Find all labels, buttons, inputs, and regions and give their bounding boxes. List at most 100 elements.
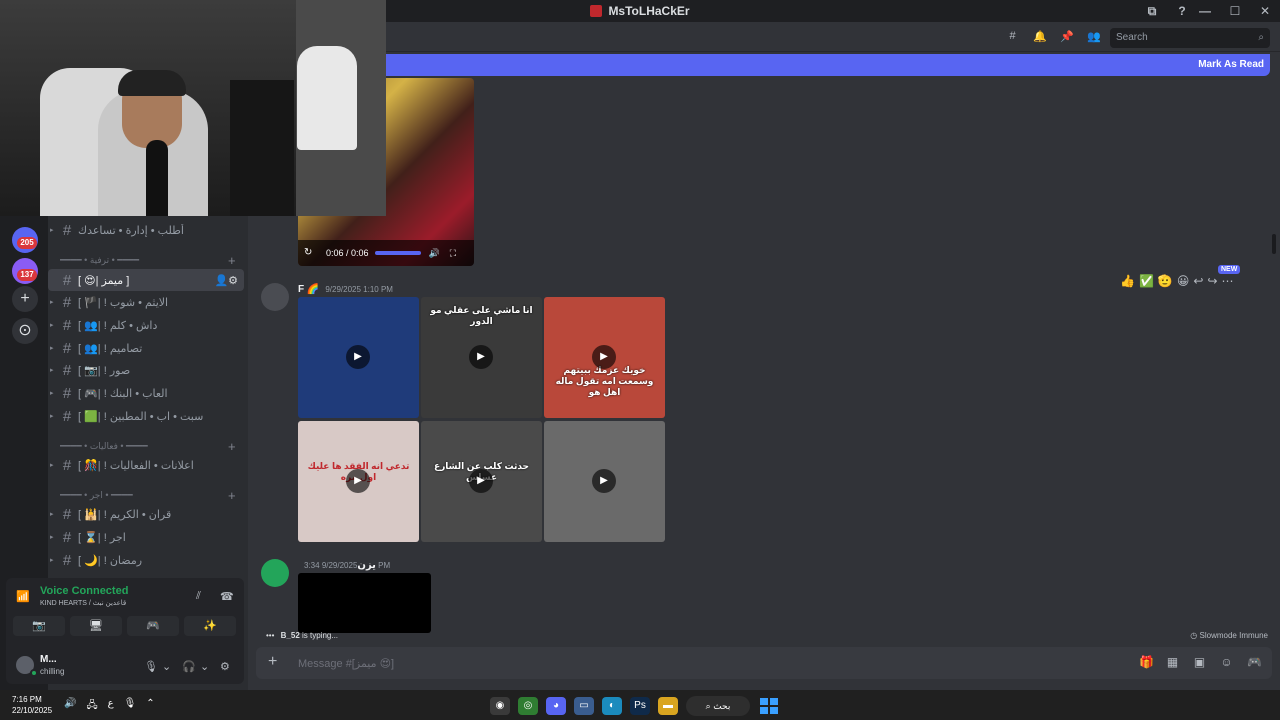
attach-button[interactable]: + [268,653,277,671]
taskbar-search[interactable]: ⌕ بحث [686,696,750,716]
windows-start-icon[interactable] [758,697,778,715]
soundboard-button[interactable]: ✨ [184,616,236,636]
pin-icon[interactable]: 📌 [1060,30,1074,43]
play-icon[interactable]: ▶ [592,469,616,493]
avatar[interactable] [261,559,289,587]
add-channel-icon[interactable]: + [228,253,244,268]
chrome-icon[interactable]: ◎ [518,697,538,715]
channel-item[interactable]: ▸ # [ 🕌| ! قران • الكريم [48,503,244,525]
noise-suppression-icon[interactable]: ⫽ [196,590,201,603]
members-icon[interactable]: 👥 [1087,30,1101,43]
clock[interactable]: 7:16 PM 22/10/2025 [12,694,52,716]
screen-share-button[interactable]: 🖥 [70,616,122,636]
channel-item[interactable]: # [ 😍| ميمز ] 👤⚙ [48,269,244,291]
bell-icon[interactable]: 🔔 [1033,30,1047,43]
close-button[interactable]: ✕ [1250,4,1280,18]
file-explorer-icon[interactable]: ▬ [658,697,678,715]
mark-as-read-button[interactable]: Mark As Read [1198,59,1264,70]
channel-item[interactable]: ▸ # [ 📷| ! صور [48,359,244,381]
salute-reaction-icon[interactable]: 🫡 [1158,274,1173,288]
category-header[interactable]: ━━━━ • ترفية • ━━━━ + [48,252,244,268]
play-icon[interactable]: ▶ [469,469,493,493]
camera-button[interactable]: 📷 [13,616,65,636]
gift-icon[interactable]: 🎁 [1139,655,1154,669]
fullscreen-icon[interactable]: ⛶ [450,248,456,259]
sticker-icon[interactable]: ▣ [1193,655,1206,669]
message-author[interactable]: F 🌈 9/29/2025 1:10 PM [298,284,393,295]
category-header[interactable]: ━━━━ • فعاليات • ━━━━ + [48,438,244,454]
avatar[interactable] [261,283,289,311]
network-icon[interactable]: 🖧 [86,698,97,715]
check-reaction-icon[interactable]: ✅ [1139,274,1154,288]
more-icon[interactable]: ⋯ [1222,274,1234,288]
microphone-icon[interactable]: 🎙 [144,660,158,673]
emoji-icon[interactable]: ☺ [1220,655,1233,669]
video-tile[interactable]: ▶ [298,297,419,418]
author-name[interactable]: F 🌈 [298,284,319,295]
minimize-button[interactable]: — [1190,4,1220,18]
channel-item[interactable]: ▸ # [ 👥| ! داش • كلم [48,314,244,336]
language-indicator[interactable]: ع [108,698,114,715]
disconnect-icon[interactable]: ☎ [220,590,234,603]
scrollbar[interactable] [1272,234,1276,254]
message-input[interactable]: Message #[ميمز 😍] [298,657,394,670]
author-name[interactable]: يزن [357,560,376,571]
voice-status[interactable]: Voice Connected [40,585,128,597]
message-composer[interactable]: + Message #[ميمز 😍] 🎁 ▦ ▣ ☺ 🎮 [256,647,1272,679]
channel-settings-icon[interactable]: 👤⚙ [214,274,238,287]
video-tile[interactable]: تدعي انه الفقد ها عليك اول مره ▶ [298,421,419,542]
video-tile[interactable]: حدثت كلب عن الشارع عساس ▶ [421,421,542,542]
maximize-button[interactable]: ☐ [1220,4,1250,18]
discord-icon[interactable]: ◕ [546,697,566,715]
channel-item[interactable]: ▸ # [ 👥| ! تصاميم [48,337,244,359]
search-input[interactable]: Search ⌕ [1110,28,1270,48]
edge-icon[interactable]: ◐ [602,697,622,715]
new-messages-bar[interactable]: Mark As Read [250,54,1270,76]
threads-icon[interactable]: # [1006,30,1019,43]
add-server-button[interactable]: + [12,286,38,312]
video-tile[interactable]: انا ماشي على عقلي مو الدور ▶ [421,297,542,418]
video-tile[interactable]: ▶ [544,421,665,542]
explore-servers-button[interactable]: ⊙ [12,318,38,344]
play-icon[interactable]: ▶ [346,345,370,369]
play-icon[interactable]: ▶ [592,345,616,369]
channel-item[interactable]: ▸ # [ 🏴| ! الايثم • شوب [48,291,244,313]
replay-icon[interactable]: ↻ [304,247,312,258]
video-embed[interactable] [298,573,431,633]
apps-icon[interactable]: 🎮 [1247,655,1262,669]
chevron-down-icon[interactable]: ⌄ [200,660,209,673]
add-channel-icon[interactable]: + [228,488,244,503]
thumbs-up-reaction-icon[interactable]: 👍 [1120,274,1135,288]
user-panel[interactable]: M... chilling 🎙 ⌄ 🎧 ⌄ ⚙ [6,650,244,684]
video-progress-bar[interactable] [374,251,421,255]
forward-icon[interactable]: ↪ [1207,274,1217,288]
channel-item[interactable]: ▸ # [ 🟩| ! سبت • اب • المطبين [48,405,244,427]
gif-icon[interactable]: ▦ [1166,655,1179,669]
popout-icon[interactable]: ⧉ [1144,3,1160,19]
photoshop-icon[interactable]: Ps [630,697,650,715]
mic-icon[interactable]: 🎙 [124,698,137,715]
help-icon[interactable]: ? [1174,3,1190,19]
signal-icon[interactable]: 📶 [16,590,30,603]
volume-icon[interactable]: 🔊 [429,248,440,259]
obs-icon[interactable]: ◉ [490,697,510,715]
category-header[interactable]: ━━━━ • اجر • ━━━━ + [48,487,244,503]
add-channel-icon[interactable]: + [228,439,244,454]
chevron-down-icon[interactable]: ⌄ [162,660,171,673]
voice-channel-name[interactable]: KIND HEARTS / قاعدين نبث [40,599,126,607]
add-reaction-icon[interactable]: 😀 [1177,274,1190,288]
channel-item[interactable]: ▸ # [ ⌛| ! اجر [48,526,244,548]
headphones-icon[interactable]: 🎧 [182,660,196,673]
volume-icon[interactable]: 🔊 [64,698,76,715]
channel-item[interactable]: ▸ # [ 🎊| ! اعلانات • الفعاليات [48,454,244,476]
play-icon[interactable]: ▶ [346,469,370,493]
channel-item[interactable]: ▸ # [ 🌙| ! رمضان [48,549,244,571]
monitor-icon[interactable]: ▭ [574,697,594,715]
reply-icon[interactable]: ↩ [1193,274,1203,288]
channel-item[interactable]: ▸ # أطلب • إدارة • تساعدك [48,219,244,241]
play-icon[interactable]: ▶ [469,345,493,369]
video-tile[interactable]: خويك عزمك ببيتهم وسمعت امه تقول ماله اهل… [544,297,665,418]
channel-item[interactable]: ▸ # [ 🎮| ! العاب • البنك [48,382,244,404]
gear-icon[interactable]: ⚙ [220,660,230,673]
chevron-up-icon[interactable]: ⌃ [146,698,154,715]
